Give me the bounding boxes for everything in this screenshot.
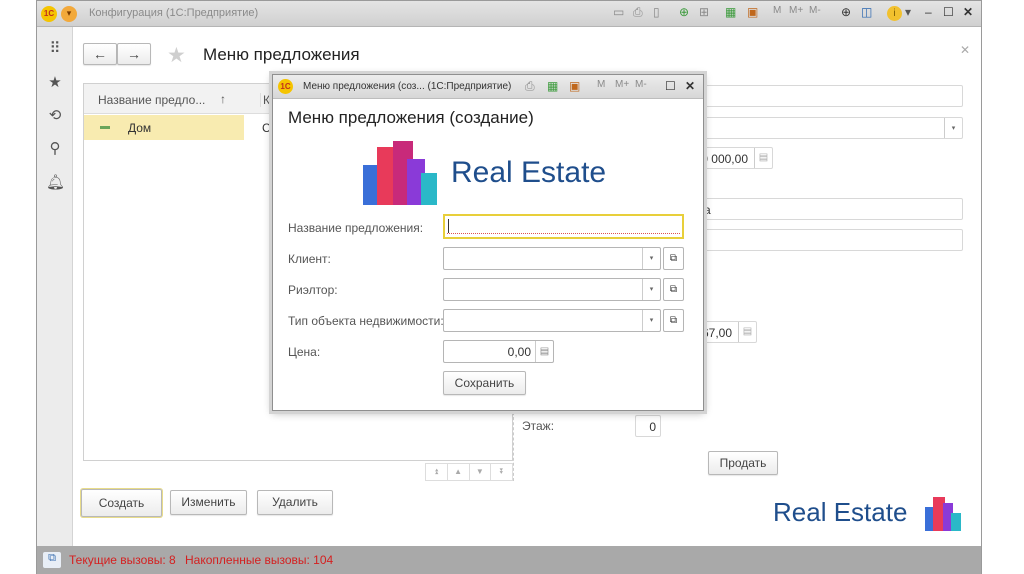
price-input[interactable]: 0,00 ▤ xyxy=(443,340,554,363)
bell-icon[interactable]: 🔔︎ xyxy=(46,173,65,191)
brand-text: Real Estate xyxy=(773,497,908,527)
add-link-icon[interactable]: ⊕ xyxy=(679,5,689,19)
building-logo-icon xyxy=(363,141,437,205)
price-value: 0,00 xyxy=(507,345,531,359)
accumulated-calls: Накопленные вызовы: 104 xyxy=(185,553,334,567)
zoom-icon[interactable]: ⊕ xyxy=(841,5,851,19)
memory-minus-button[interactable]: M- xyxy=(809,5,821,16)
calculator-icon[interactable]: ▤ xyxy=(754,148,772,168)
calculator-icon[interactable]: ▦ xyxy=(547,79,558,93)
delete-button[interactable]: Удалить xyxy=(257,490,333,515)
favorite-star-icon[interactable]: ★ xyxy=(167,43,186,68)
calculator-icon[interactable]: ▤ xyxy=(535,341,553,362)
dropdown-icon[interactable]: ▾ xyxy=(642,279,660,300)
dropdown-icon[interactable]: ▾ xyxy=(944,118,962,138)
title-bar: 1С ▾ Конфигурация (1С:Предприятие) ▭ ⎙ ▯… xyxy=(37,1,981,27)
name-input[interactable] xyxy=(443,214,684,239)
dropdown-icon[interactable]: ▾ xyxy=(642,248,660,269)
amount-value-2: 67,00 xyxy=(701,326,732,340)
dialog-title-bar: 1С Меню предложения (соз... (1С:Предприя… xyxy=(273,75,703,99)
detail-field-2-value: а xyxy=(704,203,711,217)
detail-field-3[interactable] xyxy=(701,229,963,251)
maximize-icon[interactable]: ☐ xyxy=(943,5,954,19)
move-up-icon[interactable]: ▲ xyxy=(448,464,470,480)
create-button[interactable]: Создать xyxy=(81,489,162,517)
detail-select[interactable]: ▾ xyxy=(701,117,963,139)
status-bar: ⧉ Текущие вызовы: 8 Накопленные вызовы: … xyxy=(37,546,981,574)
dialog-heading: Меню предложения (создание) xyxy=(288,108,534,127)
calculator-icon[interactable]: ▦ xyxy=(725,5,736,19)
memory-plus-button[interactable]: M+ xyxy=(615,79,629,90)
floor-label: Этаж: xyxy=(522,419,555,433)
column-header-name[interactable]: Название предло... xyxy=(98,93,205,107)
detail-field-2[interactable]: а xyxy=(701,198,963,220)
close-form-icon[interactable]: ✕ xyxy=(960,43,970,57)
name-label: Название предложения: xyxy=(288,221,424,235)
sidebar: ⠿ ★ ⟲ ⚲ 🔔︎ xyxy=(37,27,73,546)
memory-m-button[interactable]: M xyxy=(597,79,605,90)
page-title: Меню предложения xyxy=(203,45,360,64)
link-icon[interactable]: ⊞ xyxy=(699,5,709,19)
calendar-icon[interactable]: ▣ xyxy=(569,79,580,93)
save-button[interactable]: Сохранить xyxy=(443,371,526,395)
star-icon[interactable]: ★ xyxy=(46,73,64,91)
property-type-select[interactable]: ▾ xyxy=(443,309,661,332)
item-icon xyxy=(100,126,110,129)
realtor-select[interactable]: ▾ xyxy=(443,278,661,301)
dropdown-icon[interactable]: ▾ xyxy=(642,310,660,331)
realtor-label: Риэлтор: xyxy=(288,283,338,297)
property-type-label: Тип объекта недвижимости: xyxy=(288,314,444,328)
info-icon[interactable]: i xyxy=(887,6,902,21)
close-icon[interactable]: ✕ xyxy=(963,5,973,19)
memory-minus-button[interactable]: M- xyxy=(635,79,647,90)
price-label: Цена: xyxy=(288,345,321,359)
sort-asc-icon: ↑ xyxy=(220,92,226,106)
window-title: Конфигурация (1С:Предприятие) xyxy=(89,7,259,19)
print-icon[interactable]: ⎙ xyxy=(525,79,535,94)
preview-icon[interactable]: ▯ xyxy=(653,5,660,19)
save-icon[interactable]: ▭ xyxy=(613,5,624,19)
current-calls: Текущие вызовы: 8 xyxy=(69,553,176,567)
minimize-icon[interactable]: – xyxy=(925,5,932,19)
table-nav: ⏫︎ ▲ ▼ ⏬︎ xyxy=(425,463,513,481)
move-down-icon[interactable]: ▼ xyxy=(470,464,492,480)
client-select[interactable]: ▾ xyxy=(443,247,661,270)
detail-field-1[interactable] xyxy=(701,85,963,107)
building-logo-icon xyxy=(925,497,961,531)
open-client-icon[interactable]: ⧉ xyxy=(663,247,684,270)
dialog-window-title: Меню предложения (соз... (1С:Предприятие… xyxy=(303,81,512,92)
close-icon[interactable]: ✕ xyxy=(685,79,695,93)
panels-icon[interactable]: ◫ xyxy=(861,5,872,19)
floor-field[interactable]: 0 xyxy=(635,415,661,437)
open-property-type-icon[interactable]: ⧉ xyxy=(663,309,684,332)
search-icon[interactable]: ⚲ xyxy=(46,139,64,157)
history-icon[interactable]: ⟲ xyxy=(46,106,64,124)
amount-value-1: 0 000,00 xyxy=(701,152,748,166)
forward-button[interactable]: → xyxy=(117,43,151,65)
apps-grid-icon[interactable]: ⠿ xyxy=(46,39,64,57)
dialog-brand-text: Real Estate xyxy=(451,156,607,189)
create-offer-dialog: 1С Меню предложения (соз... (1С:Предприя… xyxy=(272,74,704,411)
open-realtor-icon[interactable]: ⧉ xyxy=(663,278,684,301)
maximize-icon[interactable]: ☐ xyxy=(665,79,676,93)
text-cursor xyxy=(448,219,449,233)
move-last-icon[interactable]: ⏬︎ xyxy=(491,464,512,480)
calendar-icon[interactable]: ▣ xyxy=(747,5,758,19)
memory-m-button[interactable]: M xyxy=(773,5,781,16)
calculator-icon[interactable]: ▤ xyxy=(738,322,756,342)
connections-icon[interactable]: ⧉ xyxy=(43,552,61,568)
1c-logo-icon: 1С xyxy=(278,79,293,94)
chevron-down-icon[interactable]: ▾ xyxy=(905,5,911,19)
edit-button[interactable]: Изменить xyxy=(170,490,247,515)
sell-button[interactable]: Продать xyxy=(708,451,778,475)
client-label: Клиент: xyxy=(288,252,331,266)
main-menu-icon[interactable]: ▾ xyxy=(61,6,77,22)
memory-plus-button[interactable]: M+ xyxy=(789,5,803,16)
back-button[interactable]: ← xyxy=(83,43,117,65)
print-icon[interactable]: ⎙ xyxy=(633,5,643,20)
1c-logo-icon: 1С xyxy=(41,6,57,22)
row-name: Дом xyxy=(128,121,152,135)
move-first-icon[interactable]: ⏫︎ xyxy=(426,464,448,480)
